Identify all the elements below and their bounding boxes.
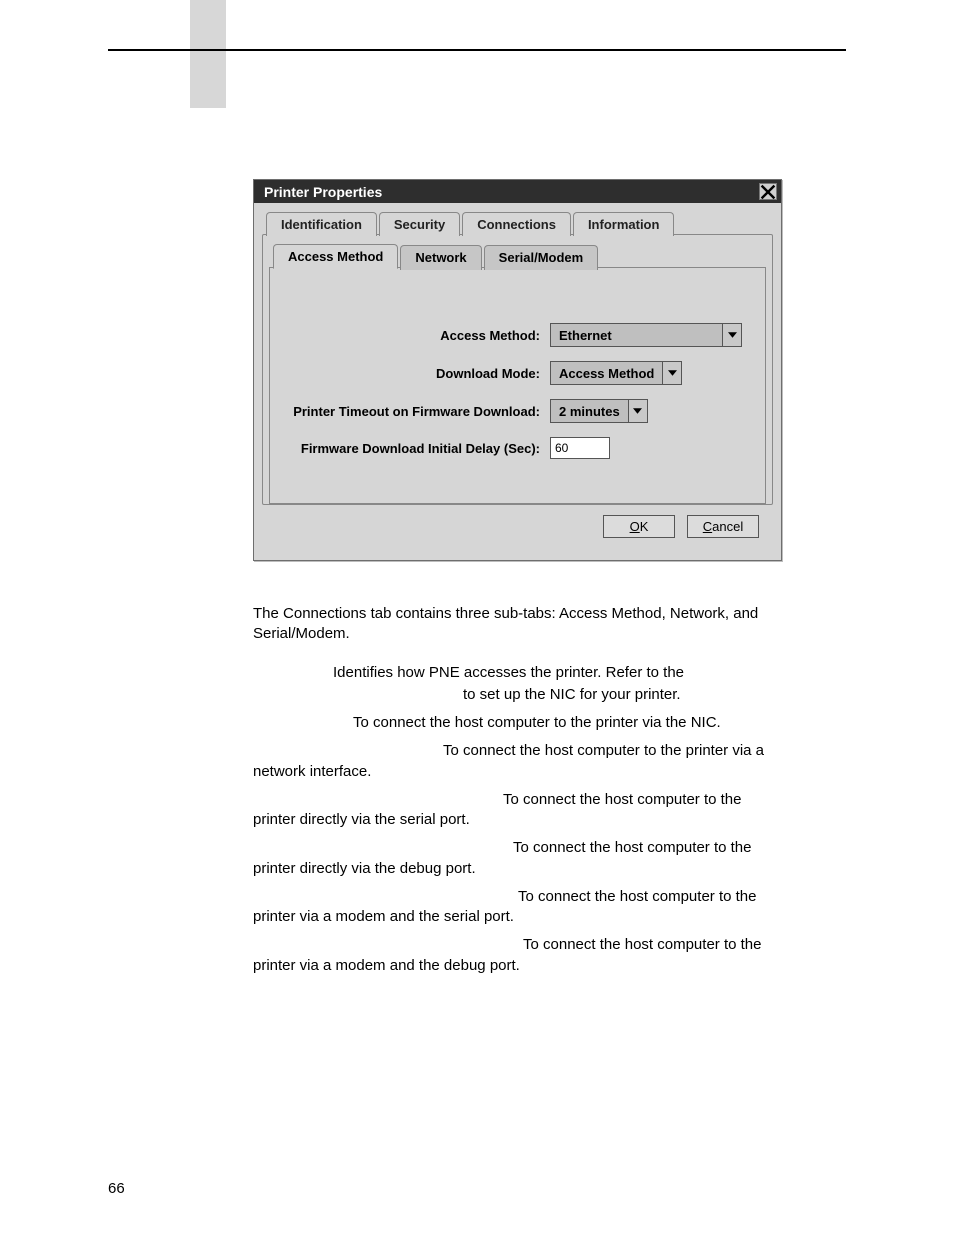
line-modem-debug-b: printer via a modem and the debug port. [253,956,780,976]
subtab-panel: Access Method: Ethernet Download Mode: [269,267,766,504]
margin-gray-block [190,0,226,108]
close-icon[interactable] [759,183,777,200]
dropdown-access-method-value: Ethernet [551,324,722,346]
input-initial-delay[interactable] [550,437,610,459]
line-modem-serial-b: printer via a modem and the serial port. [253,907,780,927]
tab-row-top: Identification Security Connections Info… [262,211,773,235]
chevron-down-icon[interactable] [628,400,647,422]
line-modem-serial-a: To connect the host computer to the [253,887,780,907]
dropdown-timeout[interactable]: 2 minutes [550,399,648,423]
dialog-titlebar: Printer Properties [254,180,781,203]
top-horizontal-rule [108,49,846,51]
line-access-intro-b: to set up the NIC for your printer. [253,685,780,705]
dialog-title: Printer Properties [264,184,382,200]
page-number: 66 [108,1180,125,1197]
subtab-serial-modem[interactable]: Serial/Modem [484,245,599,270]
paragraph-intro: The Connections tab contains three sub-t… [253,604,780,645]
dialog-button-row: OK Cancel [262,505,773,550]
tab-row-sub: Access Method Network Serial/Modem [269,243,766,268]
dropdown-download-mode-value: Access Method [551,362,662,384]
ok-button[interactable]: OK [603,515,675,538]
chevron-down-icon[interactable] [662,362,681,384]
dropdown-timeout-value: 2 minutes [551,400,628,422]
dropdown-download-mode[interactable]: Access Method [550,361,682,385]
line-network-a: To connect the host computer to the prin… [253,741,780,761]
printer-properties-dialog: Printer Properties Identification Securi… [253,179,782,561]
label-initial-delay: Firmware Download Initial Delay (Sec): [290,441,550,456]
tab-information[interactable]: Information [573,212,675,236]
subtab-network[interactable]: Network [400,245,481,270]
line-debug-b: printer directly via the debug port. [253,859,780,879]
subtab-access-method[interactable]: Access Method [273,244,398,269]
line-debug-a: To connect the host computer to the [253,838,780,858]
label-timeout: Printer Timeout on Firmware Download: [290,404,550,419]
label-access-method: Access Method: [290,328,550,343]
line-nic: To connect the host computer to the prin… [253,713,780,733]
tab-connections[interactable]: Connections [462,212,571,236]
body-text-block: The Connections tab contains three sub-t… [253,604,780,984]
chevron-down-icon[interactable] [722,324,741,346]
dialog-body: Identification Security Connections Info… [254,203,781,560]
line-access-intro-a: Identifies how PNE accesses the printer.… [253,663,780,683]
cancel-button[interactable]: Cancel [687,515,759,538]
line-modem-debug-a: To connect the host computer to the [253,935,780,955]
line-network-b: network interface. [253,762,780,782]
label-download-mode: Download Mode: [290,366,550,381]
tab-identification[interactable]: Identification [266,212,377,236]
line-serial-a: To connect the host computer to the [253,790,780,810]
line-serial-b: printer directly via the serial port. [253,810,780,830]
tab-security[interactable]: Security [379,212,460,236]
dropdown-access-method[interactable]: Ethernet [550,323,742,347]
